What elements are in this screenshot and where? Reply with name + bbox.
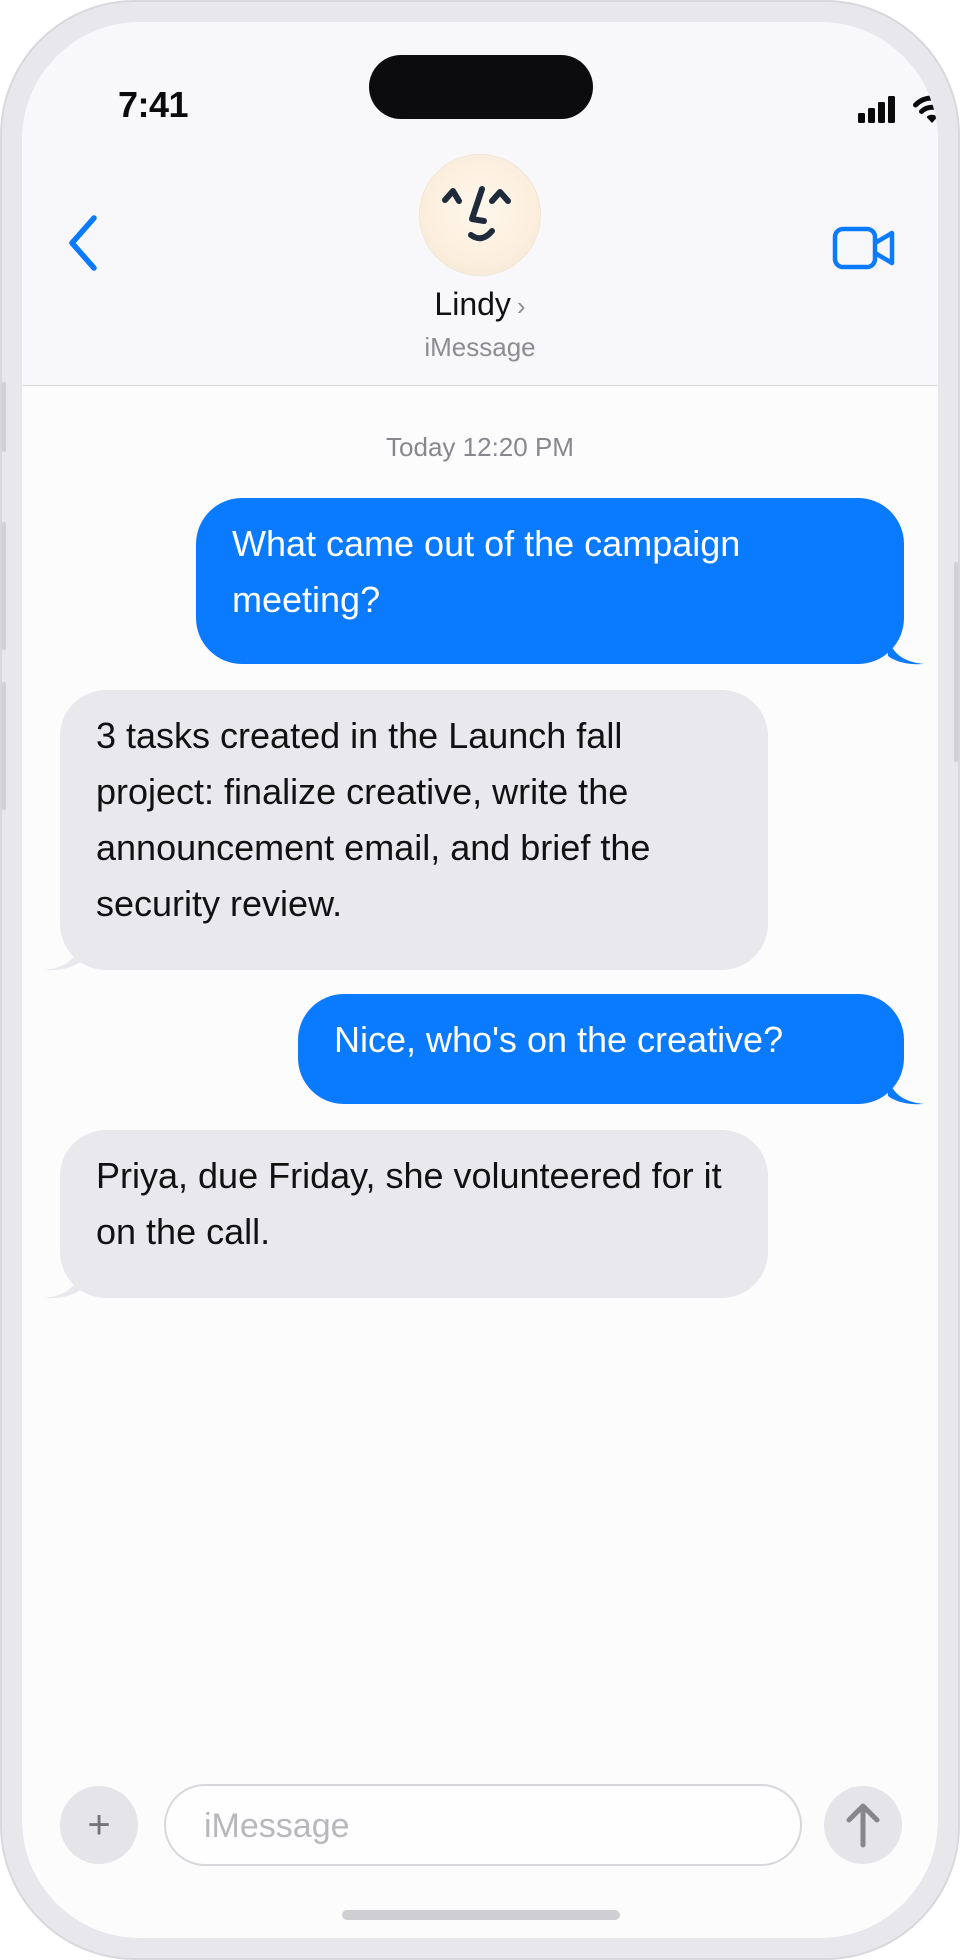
message-input-field[interactable] bbox=[164, 1784, 802, 1866]
conversation-header: 7:41 Lindy › iMessage bbox=[22, 22, 938, 386]
received-bubble-tail bbox=[44, 940, 80, 971]
conversation-timestamp: Today 12:20 PM bbox=[386, 432, 574, 462]
face-icon bbox=[442, 186, 511, 242]
sent-message-bubble[interactable]: What came out of the campaign meeting? bbox=[196, 498, 904, 664]
screen: 7:41 Lindy › iMessage Today 12:20 PM Wha… bbox=[22, 22, 938, 1938]
sent-bubble-tail bbox=[888, 1074, 924, 1105]
chevron-right-icon: › bbox=[516, 291, 526, 321]
sent-bubble-tail bbox=[888, 634, 924, 665]
status-time: 7:41 bbox=[118, 84, 189, 125]
plus-icon: + bbox=[87, 1803, 111, 1847]
message-input[interactable] bbox=[202, 1786, 766, 1866]
phone-frame: 7:41 Lindy › iMessage Today 12:20 PM Wha… bbox=[0, 0, 960, 1960]
home-indicator[interactable] bbox=[342, 1910, 620, 1920]
power-button bbox=[954, 562, 958, 762]
service-label: iMessage bbox=[424, 332, 536, 362]
silent-switch bbox=[2, 382, 6, 452]
contact-name-label: Lindy bbox=[434, 286, 511, 322]
volume-up-button bbox=[2, 522, 6, 650]
received-message-bubble[interactable]: 3 tasks created in the Launch fall proje… bbox=[60, 690, 768, 970]
send-button[interactable] bbox=[824, 1786, 902, 1864]
add-attachment-button[interactable]: + bbox=[60, 1786, 138, 1864]
contact-name[interactable]: Lindy › bbox=[22, 286, 938, 323]
arrow-up-icon bbox=[846, 1803, 880, 1848]
dynamic-island bbox=[369, 55, 593, 119]
back-chevron-icon[interactable] bbox=[60, 212, 104, 274]
contact-avatar[interactable] bbox=[420, 155, 540, 275]
volume-down-button bbox=[2, 682, 6, 810]
wifi-icon bbox=[913, 95, 938, 123]
received-bubble-tail bbox=[44, 1268, 80, 1299]
received-message-bubble[interactable]: Priya, due Friday, she volunteered for i… bbox=[60, 1130, 768, 1298]
video-camera-icon[interactable] bbox=[832, 225, 896, 271]
cellular-signal-icon bbox=[858, 95, 896, 123]
sent-message-bubble[interactable]: Nice, who's on the creative? bbox=[298, 994, 904, 1104]
